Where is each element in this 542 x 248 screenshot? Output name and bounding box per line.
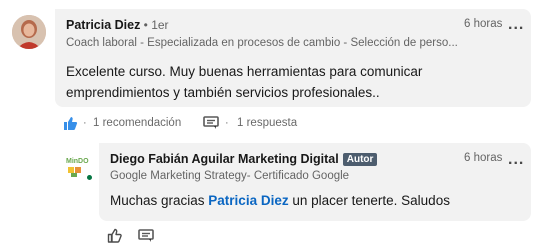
dot-separator: · (83, 117, 87, 129)
reply-more-button[interactable]: ... (508, 152, 524, 168)
reply-text-after: un placer tenerte. Saludos (288, 193, 450, 208)
comment-author[interactable]: Patricia Diez • 1er (66, 18, 169, 32)
avatar-diego[interactable]: MinDO (64, 152, 94, 182)
like-reaction-icon[interactable] (62, 115, 78, 136)
reply-text: Muchas gracias Patricia Diez un placer t… (110, 190, 450, 211)
reply-author[interactable]: Diego Fabián Aguilar Marketing Digital Au… (110, 152, 378, 166)
reactions-count[interactable]: 1 recomendación (93, 117, 181, 129)
comment-author-name[interactable]: Patricia Diez (66, 18, 140, 32)
online-status-icon (85, 173, 94, 182)
avatar-patricia[interactable] (12, 15, 46, 49)
comment-text-line-1: Excelente curso. Muy buenas herramientas… (66, 64, 423, 79)
reply-comment-icon[interactable] (138, 229, 154, 248)
reply-text-before: Muchas gracias (110, 193, 209, 208)
author-badge: Autor (342, 153, 378, 166)
dot-separator: · (225, 117, 229, 129)
like-icon[interactable] (107, 228, 123, 248)
comment-headline: Coach laboral - Especializada en proceso… (66, 37, 458, 49)
mention-link[interactable]: Patricia Diez (208, 193, 288, 208)
comment-more-button[interactable]: ... (508, 17, 524, 33)
comment-icon[interactable] (203, 116, 219, 135)
reply-headline: Google Marketing Strategy- Certificado G… (110, 170, 350, 182)
comment-text-line-2: emprendimientos y también servicios prof… (66, 85, 380, 100)
connection-degree: • 1er (140, 18, 169, 32)
replies-count[interactable]: 1 respuesta (237, 117, 297, 129)
comment-time: 6 horas (464, 18, 503, 30)
comment-text: Excelente curso. Muy buenas herramientas… (66, 61, 422, 103)
logo-text: MinDO (66, 158, 89, 165)
reply-time: 6 horas (464, 152, 503, 164)
reply-author-name[interactable]: Diego Fabián Aguilar Marketing Digital (110, 152, 339, 166)
